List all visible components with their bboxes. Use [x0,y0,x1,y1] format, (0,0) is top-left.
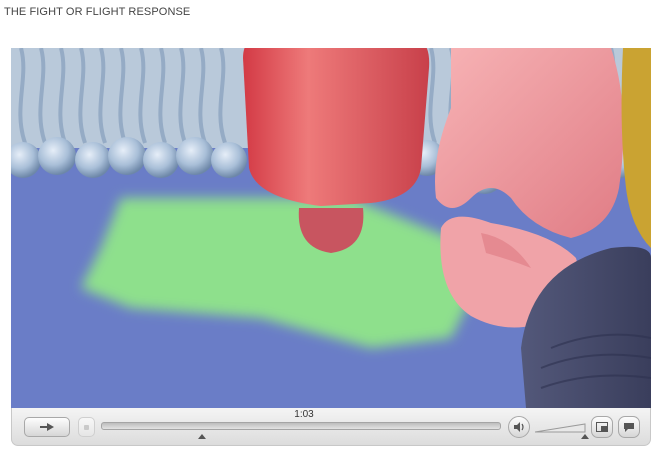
playhead-marker[interactable] [198,434,206,439]
volume-button[interactable] [508,416,530,438]
speaker-icon [514,422,524,432]
play-button[interactable] [24,417,70,437]
video-player: 1:03 [11,48,651,448]
video-frame[interactable] [11,48,651,408]
stop-button[interactable] [78,417,95,437]
captions-button[interactable] [618,416,640,438]
seek-bar[interactable] [101,422,501,430]
stop-icon [84,424,89,430]
volume-slider[interactable] [535,421,587,433]
current-time: 1:03 [294,409,314,420]
video-scene [11,48,651,408]
picture-in-picture-icon [596,422,608,432]
page-title: THE FIGHT OR FLIGHT RESPONSE [4,6,191,18]
volume-marker[interactable] [581,434,589,439]
picture-in-picture-button[interactable] [591,416,613,438]
play-icon [40,423,54,431]
speech-bubble-icon [624,422,634,432]
player-controls: 1:03 [11,408,651,446]
